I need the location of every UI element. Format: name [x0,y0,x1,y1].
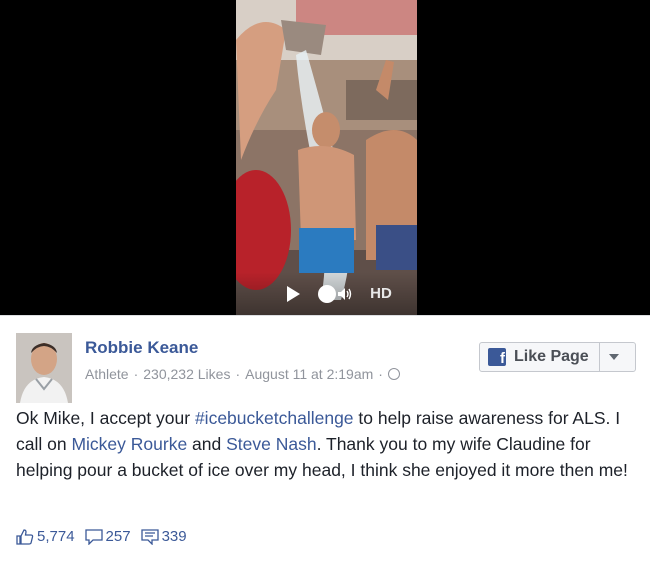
video-controls: HD [236,272,417,315]
like-page-label: Like Page [514,348,589,365]
mention-link[interactable]: Steve Nash [226,434,316,454]
post-stats: 5,774 257 339 [16,528,197,545]
author-category[interactable]: Athlete [85,366,129,382]
meta-separator: · [378,366,383,382]
post-text: Ok Mike, I accept your #icebucketchallen… [16,408,628,480]
likes-count: 5,774 [37,528,75,545]
video-player[interactable]: HD [0,0,650,315]
meta-separator: · [235,366,241,382]
play-icon[interactable] [287,285,301,302]
chevron-down-icon[interactable] [608,354,619,360]
video-frame[interactable] [236,0,417,315]
comment-icon [84,528,103,545]
globe-icon [387,368,400,380]
comments-stat[interactable]: 257 [84,528,131,545]
timestamp[interactable]: August 11 at 2:19am [245,366,373,382]
post-meta: Athlete · 230,232 Likes · August 11 at 2… [85,366,400,382]
hashtag-link[interactable]: #icebucketchallenge [195,408,354,428]
volume-icon[interactable] [318,284,352,303]
share-icon [140,528,159,545]
mention-link[interactable]: Mickey Rourke [71,434,187,454]
avatar[interactable] [16,333,72,403]
comments-count: 257 [105,528,131,545]
facebook-icon: f [488,348,506,366]
video-still [236,0,417,315]
divider [598,343,600,371]
like-page-button[interactable]: f Like Page [479,342,636,372]
meta-separator: · [133,366,139,382]
page-likes[interactable]: 230,232 Likes [143,366,230,382]
shares-stat[interactable]: 339 [140,528,187,545]
thumbs-up-icon [16,528,34,545]
shares-count: 339 [161,528,187,545]
post-card: Robbie Keane Athlete · 230,232 Likes · A… [0,315,650,563]
likes-stat[interactable]: 5,774 [16,528,75,545]
author-name[interactable]: Robbie Keane [85,338,198,358]
hd-button[interactable]: HD [370,285,392,302]
